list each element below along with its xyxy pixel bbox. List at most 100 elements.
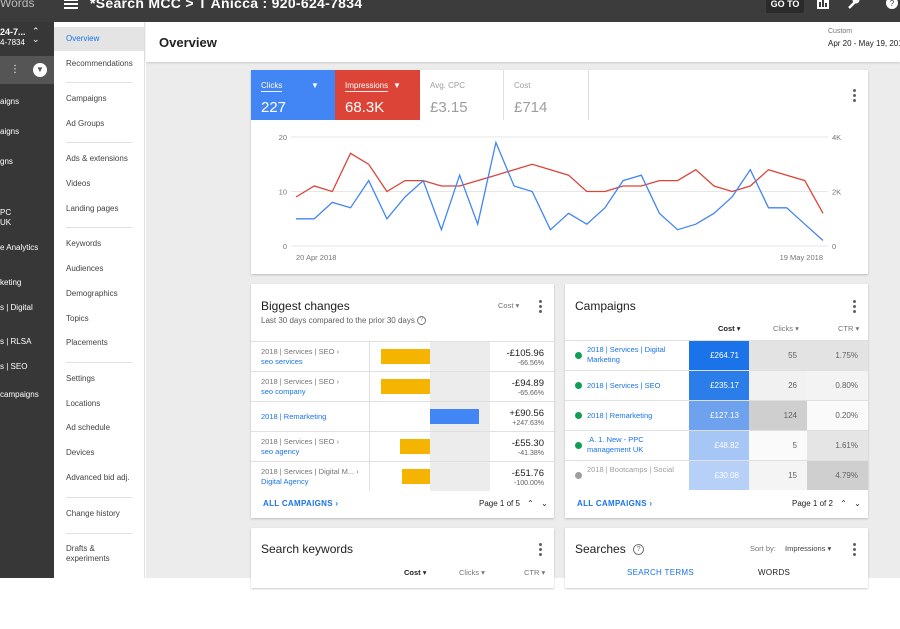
campaign-name-link[interactable]: 2018 | Remarketing xyxy=(587,411,687,421)
table-row[interactable]: 2018 | Services | Digital Marketing £264.… xyxy=(565,340,868,370)
dropdown-arrow-icon[interactable]: ▼ xyxy=(393,81,401,91)
nav-recommendations[interactable]: Recommendations xyxy=(66,59,133,69)
column-cost[interactable]: Cost ▾ xyxy=(404,568,427,577)
more-options-icon[interactable] xyxy=(539,300,543,315)
table-row[interactable]: 2018 | Services | SEO › seo agency -£55.30… xyxy=(251,431,554,461)
nav-placements[interactable]: Placements xyxy=(66,338,108,348)
column-clicks[interactable]: Clicks ▾ xyxy=(459,568,485,577)
metric-cost[interactable]: Cost £714 xyxy=(504,70,589,120)
table-row[interactable]: 2018 | Services | SEO › seo services -£105… xyxy=(251,341,554,371)
sidebar-item[interactable]: gns xyxy=(0,157,13,166)
row-entity-link[interactable]: seo services xyxy=(261,357,303,366)
nav-topics[interactable]: Topics xyxy=(66,314,89,324)
all-campaigns-link[interactable]: ALL CAMPAIGNS › xyxy=(577,499,652,508)
help-icon[interactable]: ? xyxy=(417,316,427,326)
chevron-up-icon[interactable]: ⌃ xyxy=(840,499,847,508)
sidebar-item[interactable]: campaigns xyxy=(0,390,39,399)
sidebar-item[interactable]: aigns xyxy=(0,127,19,136)
nav-settings[interactable]: Settings xyxy=(66,374,95,384)
metric-avg-cpc[interactable]: Avg. CPC £3.15 xyxy=(420,70,504,120)
nav-ad-schedule[interactable]: Ad schedule xyxy=(66,423,110,433)
account-sidebar-active[interactable]: ⋮ ▼ xyxy=(0,56,54,84)
dropdown-arrow-icon[interactable]: ▼ xyxy=(311,81,319,91)
more-options-icon[interactable] xyxy=(853,300,857,315)
sidebar-item[interactable]: s | Digital xyxy=(0,303,33,312)
nav-landing-pages[interactable]: Landing pages xyxy=(66,204,119,214)
nav-drafts-experiments-line2[interactable]: experiments xyxy=(66,554,110,564)
table-row[interactable]: 2018 | Remarketing £127.13 124 0.20% xyxy=(565,400,868,430)
help-icon[interactable]: ? xyxy=(633,544,645,556)
all-campaigns-link[interactable]: ALL CAMPAIGNS › xyxy=(263,499,338,508)
sort-by-dropdown[interactable]: Impressions ▾ xyxy=(785,544,831,553)
sidebar-item[interactable]: s | SEO xyxy=(0,362,27,371)
sort-dropdown[interactable]: Cost ▾ xyxy=(498,301,519,310)
account-name[interactable]: 24-7... xyxy=(0,27,26,37)
chevron-up-icon[interactable]: ⌃ xyxy=(527,499,534,508)
row-entity-link[interactable]: 2018 | Remarketing xyxy=(261,412,326,421)
sidebar-item[interactable]: PC xyxy=(0,208,11,217)
nav-locations[interactable]: Locations xyxy=(66,399,100,409)
campaign-name-link[interactable]: 2018 | Bootcamps | Social xyxy=(587,465,687,475)
table-row[interactable]: 2018 | Services | Digital M... › Digital … xyxy=(251,461,554,491)
metric-value: £714 xyxy=(514,99,548,116)
tools-icon[interactable] xyxy=(846,0,860,10)
sidebar-item[interactable]: aigns xyxy=(0,97,19,106)
row-entity-link[interactable]: seo company xyxy=(261,387,306,396)
row-campaign-path: 2018 | Services | SEO › xyxy=(261,377,340,386)
nav-ads-extensions[interactable]: Ads & extensions xyxy=(66,154,128,164)
nav-audiences[interactable]: Audiences xyxy=(66,264,103,274)
column-ctr[interactable]: CTR ▾ xyxy=(524,568,545,577)
table-row[interactable]: 2018 | Services | SEO › seo company -£94.8… xyxy=(251,371,554,401)
help-icon[interactable]: ? xyxy=(885,0,899,10)
tab-search-terms[interactable]: SEARCH TERMS xyxy=(627,568,694,577)
nav-demographics[interactable]: Demographics xyxy=(66,289,118,299)
campaign-name-link[interactable]: 2018 | Services | Digital Marketing xyxy=(587,345,687,365)
chevron-down-icon[interactable]: ⌄ xyxy=(854,499,861,508)
x-axis-end-label: 19 May 2018 xyxy=(780,253,823,262)
breadcrumb[interactable]: *Search MCC > T Anicca : 920-624-7834 xyxy=(90,0,362,11)
table-row[interactable]: 2018 | Bootcamps | Social £30.08 15 4.79% xyxy=(565,460,868,490)
nav-videos[interactable]: Videos xyxy=(66,179,90,189)
table-row[interactable]: .A. 1. New - PPC management UK £48.82 5 1.6… xyxy=(565,430,868,460)
column-clicks[interactable]: Clicks ▾ xyxy=(773,324,799,333)
tab-words[interactable]: WORDS xyxy=(758,568,790,577)
table-row[interactable]: 2018 | Remarketing +£90.56 +247.63% xyxy=(251,401,554,431)
more-options-icon[interactable] xyxy=(853,543,857,558)
sidebar-item[interactable]: UK xyxy=(0,218,11,227)
left-axis-tick: 20 xyxy=(279,133,287,142)
nav-drafts-experiments[interactable]: Drafts & xyxy=(66,544,95,554)
more-options-icon[interactable] xyxy=(539,543,543,558)
nav-campaigns[interactable]: Campaigns xyxy=(66,94,106,104)
column-cost[interactable]: Cost ▾ xyxy=(718,324,741,333)
nav-change-history[interactable]: Change history xyxy=(66,509,120,519)
sidebar-item[interactable]: e Analytics xyxy=(0,243,38,252)
reports-icon[interactable] xyxy=(816,0,830,10)
row-entity-link[interactable]: Digital Agency xyxy=(261,477,309,486)
nav-ad-groups[interactable]: Ad Groups xyxy=(66,119,104,129)
change-percent: -65.66% xyxy=(517,390,544,397)
table-row[interactable]: 2018 | Services | SEO £235.17 26 0.80% xyxy=(565,370,868,400)
campaign-name-link[interactable]: 2018 | Services | SEO xyxy=(587,381,687,391)
sidebar-item[interactable]: s | RLSA xyxy=(0,337,31,346)
date-range-picker[interactable]: Apr 20 - May 19, 201 xyxy=(828,39,900,48)
more-options-icon[interactable] xyxy=(853,89,857,104)
expand-icon[interactable]: ▼ xyxy=(33,63,47,77)
goto-button[interactable]: GO TO xyxy=(766,0,804,13)
metric-clicks[interactable]: Clicks ▼ 227 xyxy=(251,70,335,120)
account-switch-icon[interactable]: ⌃ ⌄ xyxy=(32,27,40,44)
menu-icon[interactable] xyxy=(64,0,78,11)
column-label: CTR xyxy=(838,324,854,333)
nav-keywords[interactable]: Keywords xyxy=(66,239,101,249)
sort-arrow-icon: ▾ xyxy=(736,324,741,333)
campaign-name-link[interactable]: .A. 1. New - PPC management UK xyxy=(587,435,687,455)
column-ctr[interactable]: CTR ▾ xyxy=(838,324,859,333)
row-entity-link[interactable]: seo agency xyxy=(261,447,299,456)
nav-advanced-bid-adj[interactable]: Advanced bid adj. xyxy=(66,473,130,483)
campaign-ctr: 0.20% xyxy=(807,401,868,430)
sidebar-item[interactable]: keting xyxy=(0,278,21,287)
metric-impressions[interactable]: Impressions ▼ 68.3K xyxy=(335,70,420,120)
nav-devices[interactable]: Devices xyxy=(66,448,94,458)
nav-overview[interactable]: Overview xyxy=(54,27,144,51)
chevron-down-icon[interactable]: ⌄ xyxy=(541,499,548,508)
sort-arrow-icon: ▾ xyxy=(541,568,546,577)
